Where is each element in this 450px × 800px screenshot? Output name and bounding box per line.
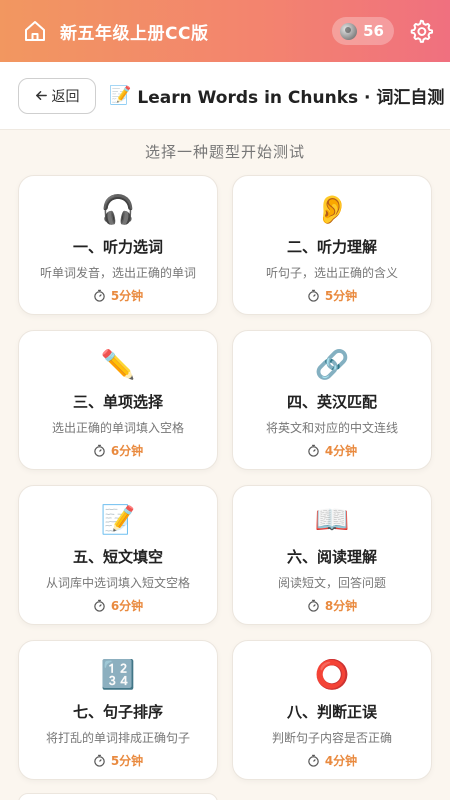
coin-count: 56 — [363, 22, 384, 40]
duration-text: 4分钟 — [324, 444, 358, 458]
coin-balance[interactable]: 56 — [332, 17, 394, 45]
card-description: 从词库中选词填入短文空格 — [45, 576, 190, 590]
coin-icon — [340, 22, 358, 40]
card-duration: 5分钟 — [307, 287, 357, 304]
memo-icon: 📝 — [109, 85, 132, 106]
page-header: 返回 📝 Learn Words in Chunks · 词汇自测 — [0, 62, 450, 130]
duration-text: 5分钟 — [324, 289, 358, 303]
page-title: 📝 Learn Words in Chunks · 词汇自测 — [109, 83, 444, 108]
quiz-card-cloze[interactable]: 📝 五、短文填空 从词库中选词填入短文空格 6分钟 — [18, 485, 218, 625]
gear-icon — [410, 19, 434, 43]
card-description: 听单词发音，选出正确的单词 — [39, 266, 196, 280]
stopwatch-icon — [308, 289, 319, 302]
card-duration: 5分钟 — [93, 752, 143, 769]
quiz-card-matching[interactable]: 🔗 四、英汉匹配 将英文和对应的中文连线 4分钟 — [232, 330, 432, 470]
link-icon: 🔗 — [314, 348, 350, 381]
settings-button[interactable] — [406, 16, 436, 46]
card-title: 八、判断正误 — [286, 703, 377, 721]
duration-text: 6分钟 — [110, 599, 144, 613]
home-button[interactable] — [20, 16, 50, 46]
quiz-card-single-choice[interactable]: ✏️ 三、单项选择 选出正确的单词填入空格 6分钟 — [18, 330, 218, 470]
stopwatch-icon — [94, 754, 105, 767]
card-duration: 4分钟 — [307, 752, 357, 769]
card-description: 将英文和对应的中文连线 — [265, 421, 398, 435]
card-description: 选出正确的单词填入空格 — [51, 421, 184, 435]
duration-text: 5分钟 — [110, 289, 144, 303]
top-bar: 新五年级上册CC版 56 — [0, 0, 450, 62]
page-title-text: Learn Words in Chunks · 词汇自测 — [137, 88, 445, 108]
duration-text: 5分钟 — [110, 754, 144, 768]
card-duration: 5分钟 — [93, 287, 143, 304]
instruction-text: 选择一种题型开始测试 — [144, 143, 305, 161]
back-label: 返回 — [51, 88, 80, 105]
headphones-icon: 🎧 — [100, 193, 136, 226]
quiz-type-grid: 🎧 一、听力选词 听单词发音，选出正确的单词 5分钟 👂 二、听力理解 听句子，… — [18, 175, 432, 780]
card-title: 五、短文填空 — [72, 548, 163, 566]
stopwatch-icon — [94, 599, 105, 612]
ear-icon: 👂 — [314, 193, 350, 226]
card-description: 将打乱的单词排成正确句子 — [45, 731, 190, 745]
stopwatch-icon — [94, 289, 105, 302]
card-title: 七、句子排序 — [72, 703, 163, 721]
quiz-card-listening-comprehension[interactable]: 👂 二、听力理解 听句子，选出正确的含义 5分钟 — [232, 175, 432, 315]
card-duration: 6分钟 — [93, 442, 143, 459]
stopwatch-icon — [308, 599, 319, 612]
quiz-card-reading[interactable]: 📖 六、阅读理解 阅读短文，回答问题 8分钟 — [232, 485, 432, 625]
duration-text: 8分钟 — [324, 599, 358, 613]
quiz-card-listening-words[interactable]: 🎧 一、听力选词 听单词发音，选出正确的单词 5分钟 — [18, 175, 218, 315]
book-icon: 📖 — [314, 503, 350, 536]
home-icon — [25, 21, 45, 41]
stopwatch-icon — [94, 444, 105, 457]
card-duration: 6分钟 — [93, 597, 143, 614]
quiz-card-true-false[interactable]: ⭕ 八、判断正误 判断句子内容是否正确 4分钟 — [232, 640, 432, 780]
card-description: 阅读短文，回答问题 — [277, 576, 386, 590]
quiz-card-partial[interactable] — [18, 793, 218, 800]
card-description: 听句子，选出正确的含义 — [265, 266, 398, 280]
memo-icon: 📝 — [100, 503, 136, 536]
card-duration: 8分钟 — [307, 597, 357, 614]
stopwatch-icon — [308, 444, 319, 457]
app-title: 新五年级上册CC版 — [60, 23, 209, 44]
card-title: 三、单项选择 — [72, 393, 163, 411]
duration-text: 6分钟 — [110, 444, 144, 458]
stopwatch-icon — [308, 754, 319, 767]
circle-icon: ⭕ — [314, 658, 350, 691]
card-title: 一、听力选词 — [72, 238, 163, 256]
card-title: 四、英汉匹配 — [286, 393, 377, 411]
card-duration: 4分钟 — [307, 442, 357, 459]
numbers-icon: 🔢 — [100, 658, 136, 691]
duration-text: 4分钟 — [324, 754, 358, 768]
back-button[interactable]: 返回 — [18, 77, 96, 114]
quiz-card-sentence-order[interactable]: 🔢 七、句子排序 将打乱的单词排成正确句子 5分钟 — [18, 640, 218, 780]
pencil-icon: ✏️ — [100, 348, 136, 381]
arrow-left-icon — [35, 91, 47, 100]
card-title: 六、阅读理解 — [286, 548, 377, 566]
card-description: 判断句子内容是否正确 — [271, 731, 392, 745]
card-title: 二、听力理解 — [286, 238, 377, 256]
